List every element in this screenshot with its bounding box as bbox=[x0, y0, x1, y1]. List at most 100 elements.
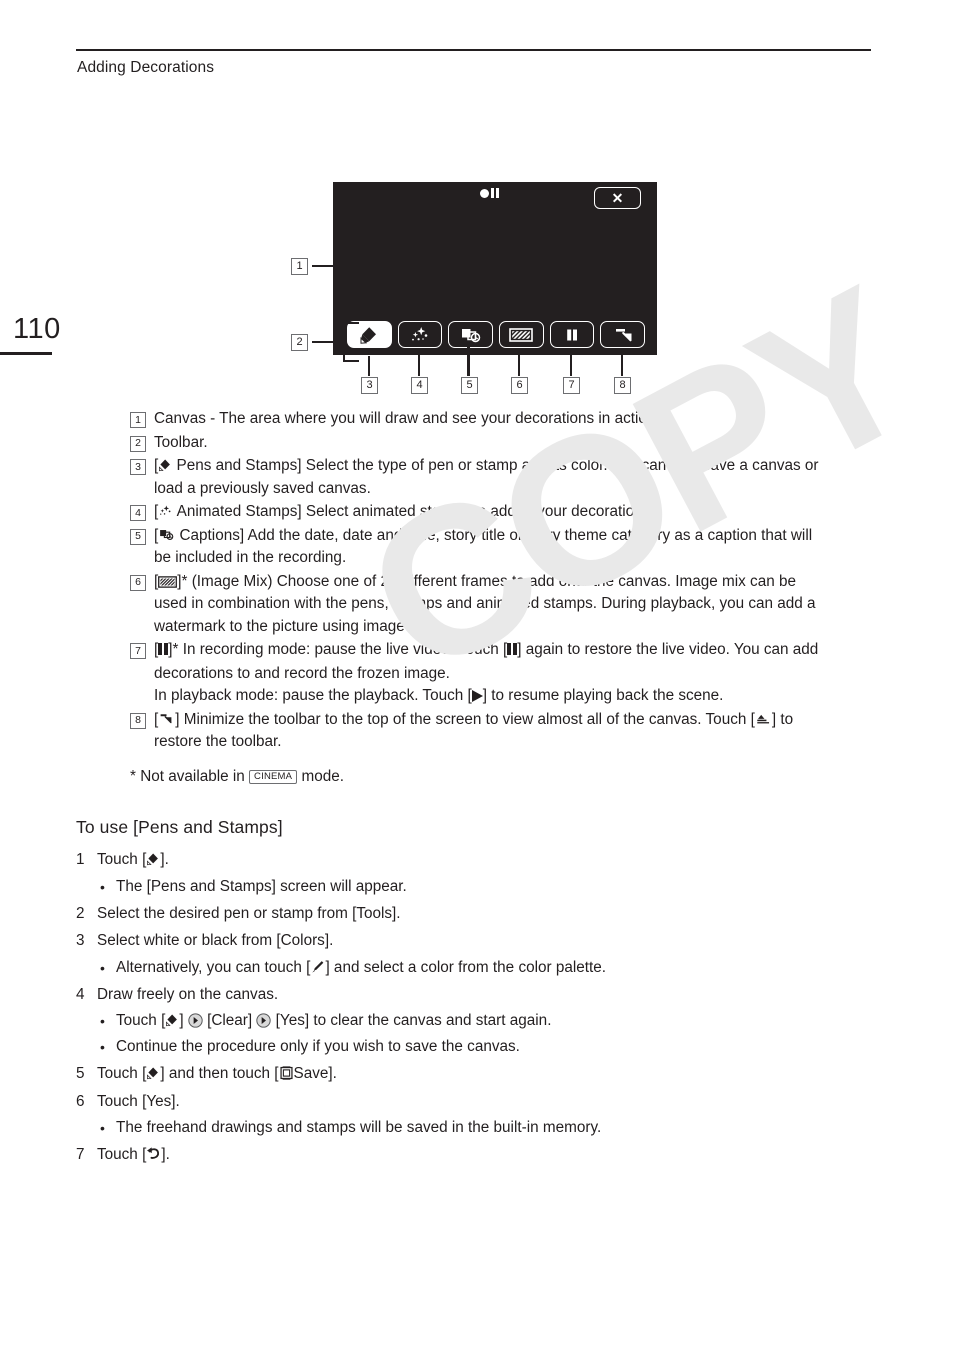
legend-text-1: Canvas - The area where you will draw an… bbox=[154, 410, 660, 427]
footnote-suffix: mode. bbox=[301, 768, 344, 785]
bullet-icon: • bbox=[100, 959, 105, 976]
callout-8-leader bbox=[621, 350, 623, 376]
step-3-text: Select white or black from [Colors]. bbox=[97, 932, 334, 949]
pause-bar-left-icon bbox=[491, 188, 494, 198]
pause-icon bbox=[567, 329, 578, 340]
step-4-sub-2-text: Continue the procedure only if you wish … bbox=[116, 1038, 520, 1055]
toolbar-button-pause[interactable] bbox=[549, 321, 595, 348]
lcd-toolbar bbox=[347, 321, 646, 348]
image-mix-icon bbox=[158, 575, 178, 588]
legend-item-5: 5 [ Captions] Add the date, date and tim… bbox=[130, 525, 830, 570]
toolbar-button-animated-stamps[interactable] bbox=[397, 321, 443, 348]
callout-5-leader bbox=[467, 345, 470, 376]
legend-number-8: 8 bbox=[130, 712, 146, 729]
legend-number-6: 6 bbox=[130, 574, 146, 591]
legend-number-3: 3 bbox=[130, 459, 146, 475]
legend-item-2: 2 Toolbar. bbox=[130, 432, 830, 455]
pause-icon bbox=[158, 640, 169, 663]
legend-text-5: Captions] Add the date, date and time, s… bbox=[154, 526, 813, 567]
toolbar-button-captions[interactable] bbox=[448, 321, 494, 348]
sparkle-icon bbox=[160, 505, 171, 515]
step-7-text-b: ]. bbox=[161, 1146, 170, 1163]
step-4-sub-1-text-c: [Clear] bbox=[202, 1012, 257, 1029]
save-icon bbox=[279, 1066, 293, 1080]
step-7-number: 7 bbox=[76, 1146, 85, 1163]
arrow-circle-icon bbox=[188, 1013, 203, 1028]
callout-7: 7 bbox=[563, 377, 580, 394]
callout-3: 3 bbox=[361, 377, 378, 394]
toolbar-bracket-top bbox=[343, 322, 359, 324]
return-arrow-icon bbox=[147, 1147, 160, 1159]
legend-text-7d: ] to resume playing back the scene. bbox=[482, 687, 724, 704]
callout-6: 6 bbox=[511, 377, 528, 394]
step-4-number: 4 bbox=[76, 985, 85, 1003]
pause-bar-right-icon bbox=[496, 188, 499, 198]
legend-text-7a: ]* In recording mode: pause the live vid… bbox=[168, 641, 508, 658]
legend-text-8a: ] Minimize the toolbar to the top of the… bbox=[175, 710, 755, 728]
callout-4-leader bbox=[418, 350, 420, 376]
figure-decoration-screen: ✕ 1 2 3 4 5 6 7 8 bbox=[0, 0, 954, 400]
step-4-sub-1-text-d: [Yes] to clear the canvas and start agai… bbox=[271, 1012, 552, 1029]
step-1-sub-1-text: The [Pens and Stamps] screen will appear… bbox=[116, 877, 407, 895]
step-5-text-c: Save]. bbox=[293, 1065, 337, 1082]
step-7-text-a: Touch [ bbox=[97, 1146, 147, 1163]
step-5-text-a: Touch [ bbox=[97, 1065, 147, 1082]
footnote-prefix: * Not available in bbox=[130, 768, 245, 785]
play-icon bbox=[471, 690, 483, 702]
caption-clock-icon bbox=[160, 529, 174, 540]
legend-number-2: 2 bbox=[130, 435, 146, 452]
step-6: 6 Touch [Yes]. bbox=[76, 1088, 876, 1116]
record-pause-indicator bbox=[480, 188, 499, 198]
step-3-number: 3 bbox=[76, 932, 85, 949]
legend-item-1: 1 Canvas - The area where you will draw … bbox=[130, 408, 830, 431]
pen-icon bbox=[360, 326, 377, 344]
close-icon: ✕ bbox=[611, 190, 624, 206]
step-6-number: 6 bbox=[76, 1092, 85, 1110]
step-1-text-a: Touch [ bbox=[97, 851, 147, 868]
minimize-arrow-icon bbox=[615, 328, 632, 341]
legend-text-4: Animated Stamps] Select animated stamps … bbox=[173, 503, 647, 520]
section-title: To use [Pens and Stamps] bbox=[76, 817, 283, 837]
legend-number-4: 4 bbox=[130, 505, 146, 521]
procedure-steps: 1 Touch []. • The [Pens and Stamps] scre… bbox=[76, 846, 876, 1169]
toolbar-bracket-vertical bbox=[343, 322, 345, 362]
legend-number-7: 7 bbox=[130, 643, 146, 659]
callout-2-leader bbox=[312, 341, 344, 343]
minimize-arrow-icon bbox=[160, 713, 172, 723]
step-7: 7 Touch []. bbox=[76, 1141, 876, 1169]
callout-3-leader bbox=[368, 356, 370, 376]
sparkle-icon bbox=[412, 326, 428, 340]
step-4-sub-2: • Continue the procedure only if you wis… bbox=[76, 1034, 876, 1060]
legend-text-3: Pens and Stamps] Select the type of pen … bbox=[154, 457, 819, 497]
bullet-icon: • bbox=[100, 878, 105, 895]
bullet-icon: • bbox=[100, 1013, 105, 1029]
step-4-sub-1-text-a: Touch [ bbox=[116, 1012, 166, 1029]
legend-text-7c: In playback mode: pause the playback. To… bbox=[154, 687, 472, 704]
step-4-sub-1-text-b: ] bbox=[179, 1012, 188, 1029]
callout-7-leader bbox=[570, 350, 572, 376]
pen-icon bbox=[166, 1014, 178, 1027]
step-4: 4 Draw freely on the canvas. bbox=[76, 981, 876, 1009]
footnote: * Not available in CINEMA mode. bbox=[130, 766, 344, 788]
step-4-text: Draw freely on the canvas. bbox=[97, 985, 279, 1003]
pen-icon bbox=[147, 1067, 159, 1080]
lcd-screen: ✕ bbox=[333, 182, 657, 355]
step-3-sub-1-text-b: ] and select a color from the color pale… bbox=[325, 958, 607, 976]
caption-clock-icon bbox=[461, 328, 480, 342]
legend-item-6: 6 []* (Image Mix) Choose one of 27 diffe… bbox=[130, 571, 830, 639]
step-3-sub-1: • Alternatively, you can touch [] and se… bbox=[76, 955, 876, 981]
toolbar-button-pens-and-stamps[interactable] bbox=[347, 321, 392, 348]
toolbar-button-image-mix[interactable] bbox=[499, 321, 544, 348]
toolbar-button-minimize-toolbar[interactable] bbox=[600, 321, 646, 348]
step-5-number: 5 bbox=[76, 1065, 85, 1082]
record-dot-icon bbox=[480, 188, 489, 198]
bullet-icon: • bbox=[100, 1120, 105, 1136]
callout-8: 8 bbox=[614, 377, 631, 394]
close-button[interactable]: ✕ bbox=[594, 187, 641, 209]
step-1-number: 1 bbox=[76, 851, 85, 868]
callout-5: 5 bbox=[461, 377, 478, 394]
step-2-number: 2 bbox=[76, 904, 85, 922]
callout-2: 2 bbox=[291, 334, 308, 351]
restore-arrow-icon bbox=[757, 714, 769, 723]
legend-number-5: 5 bbox=[130, 528, 146, 545]
